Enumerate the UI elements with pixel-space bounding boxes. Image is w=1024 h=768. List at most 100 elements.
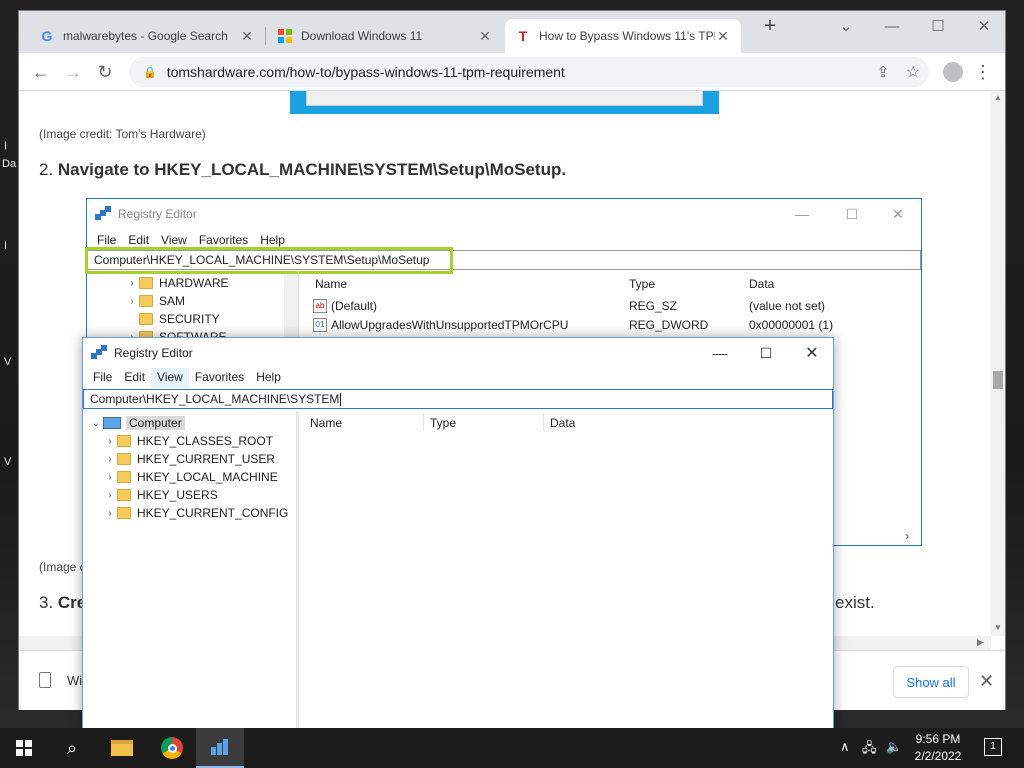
value-type: REG_SZ <box>629 299 678 313</box>
tree-item-computer[interactable]: ⌄ Computer <box>89 414 185 432</box>
system-clock[interactable]: 9:56 PM 2/2/2022 <box>905 731 971 765</box>
desktop-label: I <box>4 140 8 152</box>
folder-icon <box>117 435 131 447</box>
search-icon[interactable]: ⌕ <box>48 728 96 768</box>
column-header-name[interactable]: Name <box>310 416 342 430</box>
bookmark-star-icon[interactable]: ☆ <box>899 58 927 86</box>
google-icon: G <box>41 28 53 44</box>
image-credit: (Image c <box>39 560 86 574</box>
windows-logo-icon <box>277 28 293 44</box>
maximize-button[interactable]: ☐ <box>915 11 961 41</box>
desktop-label: I <box>4 240 8 252</box>
chevron-up-icon[interactable]: ∧ <box>840 739 850 755</box>
window-title: Registry Editor <box>114 346 193 360</box>
menu-file[interactable]: File <box>87 368 118 388</box>
desktop-label: V <box>4 356 12 368</box>
start-button[interactable] <box>0 728 48 768</box>
address-bar[interactable]: 🔒 tomshardware.com/how-to/bypass-windows… <box>129 57 929 87</box>
desktop-label: V <box>4 456 12 468</box>
tomshardware-icon: T <box>518 28 528 44</box>
folder-icon <box>117 453 131 465</box>
tree-item-hkcu[interactable]: › HKEY_CURRENT_USER <box>103 450 275 468</box>
menu-kebab-icon[interactable]: ⋮ <box>969 58 997 86</box>
profile-avatar-icon[interactable] <box>939 58 967 86</box>
value-data: 0x00000001 (1) <box>749 318 834 332</box>
new-tab-button[interactable]: + <box>747 11 793 41</box>
column-header-type[interactable]: Type <box>430 416 456 430</box>
volume-icon[interactable]: 🔈 <box>886 739 902 755</box>
share-icon[interactable]: ⇪ <box>869 58 897 86</box>
url-text: tomshardware.com/how-to/bypass-windows-1… <box>166 64 565 80</box>
tree-item-hkcc[interactable]: › HKEY_CURRENT_CONFIG <box>103 504 288 522</box>
forward-button[interactable]: → <box>59 58 87 86</box>
tab-search-button[interactable]: ⌄ <box>823 11 869 41</box>
tab-title: malwarebytes - Google Search <box>63 29 228 43</box>
tree-item-hku[interactable]: › HKEY_USERS <box>103 486 217 504</box>
reload-button[interactable]: ↻ <box>91 58 119 86</box>
regedit-menubar: File Edit View Favorites Help <box>83 368 833 388</box>
tree-item-hklm[interactable]: › HKEY_LOCAL_MACHINE <box>103 468 277 486</box>
tab-tomshardware[interactable]: T How to Bypass Windows 11's TPM ✕ <box>505 19 741 53</box>
browser-toolbar: ← → ↻ 🔒 tomshardware.com/how-to/bypass-w… <box>19 53 1005 91</box>
close-button[interactable]: ✕ <box>789 338 835 368</box>
regedit-icon <box>91 345 107 361</box>
address-field[interactable]: Computer\HKEY_LOCAL_MACHINE\SYSTEM <box>83 389 833 409</box>
show-all-button[interactable]: Show all <box>893 666 969 698</box>
step-3-heading: 3. Cre <box>39 593 87 612</box>
column-header-data[interactable]: Data <box>550 416 575 430</box>
column-header: Data <box>749 277 775 291</box>
menu-help[interactable]: Help <box>250 368 287 388</box>
close-button[interactable]: ✕ <box>961 11 1007 41</box>
tab-title: How to Bypass Windows 11's TPM <box>539 29 715 43</box>
minimize-button[interactable]: — <box>869 11 915 41</box>
menu-edit[interactable]: Edit <box>118 368 151 388</box>
regedit-taskbar-icon[interactable] <box>196 728 244 768</box>
key-tree-pane: ⌄ Computer › HKEY_CLASSES_ROOT › HKEY_CURR… <box>83 411 299 767</box>
tab-google-search[interactable]: G malwarebytes - Google Search ✕ <box>29 19 265 53</box>
image-credit: (Image credit: Tom's Hardware) <box>39 127 206 141</box>
close-icon[interactable]: ✕ <box>715 28 731 45</box>
back-button[interactable]: ← <box>27 58 55 86</box>
computer-icon <box>103 417 121 429</box>
vertical-scrollbar[interactable]: ▲ ▼ <box>991 91 1005 636</box>
menu-favorites[interactable]: Favorites <box>189 368 250 388</box>
folder-icon <box>117 489 131 501</box>
windows-start-icon <box>16 740 32 756</box>
chrome-icon[interactable] <box>148 728 196 768</box>
value-row: 01 AllowUpgradesWithUnsupportedTPMOrCPU <box>313 316 568 334</box>
article-image-top <box>290 91 719 114</box>
minimize-button[interactable]: — <box>697 338 743 368</box>
registry-editor-window: Registry Editor — ☐ ✕ File Edit View Fav… <box>82 337 834 768</box>
tree-item: › SAM <box>130 294 186 308</box>
lock-icon: 🔒 <box>143 66 157 79</box>
column-header: Name <box>315 277 348 291</box>
taskbar: ⌕ ∧ 🖧 🔈 9:56 PM 2/2/2022 1 <box>0 728 1024 768</box>
close-icon[interactable]: ✕ <box>239 28 255 45</box>
close-icon[interactable]: ✕ <box>477 28 493 45</box>
maximize-button[interactable]: ☐ <box>743 338 789 368</box>
folder-icon <box>117 471 131 483</box>
tree-item: › HARDWARE <box>130 276 229 290</box>
network-icon[interactable]: 🖧 <box>862 739 877 761</box>
desktop-label: Da <box>2 158 17 170</box>
column-header: Type <box>629 277 656 291</box>
tree-item-hkcr[interactable]: › HKEY_CLASSES_ROOT <box>103 432 273 450</box>
close-download-bar-icon[interactable]: ✕ <box>979 671 994 692</box>
tab-download-windows[interactable]: Download Windows 11 ✕ <box>267 19 503 53</box>
menu-view[interactable]: View <box>151 368 189 388</box>
file-explorer-icon[interactable] <box>98 728 146 768</box>
highlight-box <box>85 247 453 274</box>
tree-item: SECURITY <box>125 310 220 328</box>
file-icon <box>39 672 51 688</box>
regedit-icon <box>95 206 111 222</box>
tab-strip: G malwarebytes - Google Search ✕ Downloa… <box>19 11 1005 53</box>
scroll-thumb[interactable] <box>993 371 1003 389</box>
download-item[interactable]: Wi <box>67 673 82 688</box>
step-3-tail: exist. <box>835 593 875 612</box>
values-list-pane: Name Type Data <box>302 411 833 767</box>
notification-center-icon[interactable]: 1 <box>984 738 1002 756</box>
folder-icon <box>117 507 131 519</box>
value-type: REG_DWORD <box>629 318 709 332</box>
value-data: (value not set) <box>749 299 826 313</box>
tab-title: Download Windows 11 <box>301 29 423 43</box>
